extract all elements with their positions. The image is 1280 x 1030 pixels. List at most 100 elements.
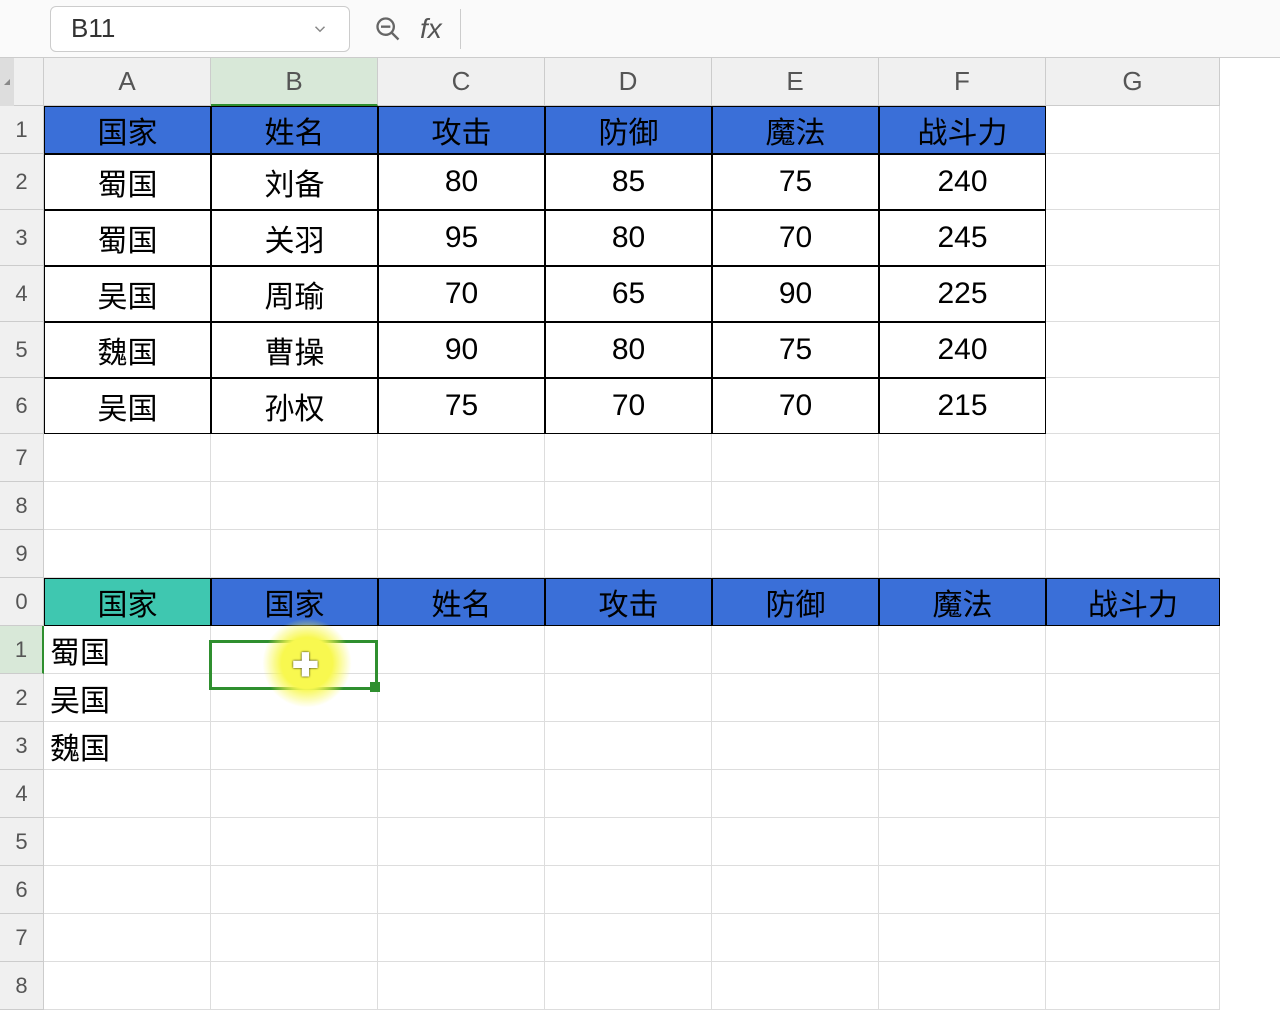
col-header-C[interactable]: C bbox=[378, 58, 545, 106]
cell-B3[interactable]: 关羽 bbox=[211, 210, 378, 266]
cell-F16[interactable] bbox=[879, 866, 1046, 914]
row-header-7[interactable]: 7 bbox=[0, 434, 44, 482]
cell-G13[interactable] bbox=[1046, 722, 1220, 770]
cell-G16[interactable] bbox=[1046, 866, 1220, 914]
cell-B14[interactable] bbox=[211, 770, 378, 818]
cell-D17[interactable] bbox=[545, 914, 712, 962]
cell-E10[interactable]: 防御 bbox=[712, 578, 879, 626]
cell-B11[interactable] bbox=[211, 626, 378, 674]
cell-F12[interactable] bbox=[879, 674, 1046, 722]
cell-F8[interactable] bbox=[879, 482, 1046, 530]
cell-A4[interactable]: 吴国 bbox=[44, 266, 211, 322]
row-header-16[interactable]: 6 bbox=[0, 866, 44, 914]
cell-B17[interactable] bbox=[211, 914, 378, 962]
cell-G17[interactable] bbox=[1046, 914, 1220, 962]
cell-B1[interactable]: 姓名 bbox=[211, 106, 378, 154]
cell-D3[interactable]: 80 bbox=[545, 210, 712, 266]
cell-D6[interactable]: 70 bbox=[545, 378, 712, 434]
cell-G10[interactable]: 战斗力 bbox=[1046, 578, 1220, 626]
cell-G9[interactable] bbox=[1046, 530, 1220, 578]
cell-E4[interactable]: 90 bbox=[712, 266, 879, 322]
cell-E14[interactable] bbox=[712, 770, 879, 818]
cell-D18[interactable] bbox=[545, 962, 712, 1010]
cell-A7[interactable] bbox=[44, 434, 211, 482]
row-header-8[interactable]: 8 bbox=[0, 482, 44, 530]
col-header-A[interactable]: A bbox=[44, 58, 211, 106]
cell-D9[interactable] bbox=[545, 530, 712, 578]
cell-E15[interactable] bbox=[712, 818, 879, 866]
cell-B8[interactable] bbox=[211, 482, 378, 530]
cell-A9[interactable] bbox=[44, 530, 211, 578]
cell-A15[interactable] bbox=[44, 818, 211, 866]
cell-F1[interactable]: 战斗力 bbox=[879, 106, 1046, 154]
cell-A10[interactable]: 国家 bbox=[44, 578, 211, 626]
cell-F9[interactable] bbox=[879, 530, 1046, 578]
cell-G7[interactable] bbox=[1046, 434, 1220, 482]
cell-G6[interactable] bbox=[1046, 378, 1220, 434]
row-header-10[interactable]: 0 bbox=[0, 578, 44, 626]
cell-F17[interactable] bbox=[879, 914, 1046, 962]
cell-D15[interactable] bbox=[545, 818, 712, 866]
row-header-4[interactable]: 4 bbox=[0, 266, 44, 322]
cell-C14[interactable] bbox=[378, 770, 545, 818]
cell-C17[interactable] bbox=[378, 914, 545, 962]
cell-C6[interactable]: 75 bbox=[378, 378, 545, 434]
cell-B7[interactable] bbox=[211, 434, 378, 482]
row-header-9[interactable]: 9 bbox=[0, 530, 44, 578]
cell-E8[interactable] bbox=[712, 482, 879, 530]
cell-D7[interactable] bbox=[545, 434, 712, 482]
cell-A17[interactable] bbox=[44, 914, 211, 962]
cell-A5[interactable]: 魏国 bbox=[44, 322, 211, 378]
cell-E13[interactable] bbox=[712, 722, 879, 770]
fx-label[interactable]: fx bbox=[420, 13, 442, 45]
cell-E11[interactable] bbox=[712, 626, 879, 674]
cell-F10[interactable]: 魔法 bbox=[879, 578, 1046, 626]
cell-E7[interactable] bbox=[712, 434, 879, 482]
cell-C1[interactable]: 攻击 bbox=[378, 106, 545, 154]
name-box[interactable]: B11 bbox=[50, 6, 350, 52]
row-header-17[interactable]: 7 bbox=[0, 914, 44, 962]
cell-C9[interactable] bbox=[378, 530, 545, 578]
cell-F4[interactable]: 225 bbox=[879, 266, 1046, 322]
row-header-13[interactable]: 3 bbox=[0, 722, 44, 770]
cell-G8[interactable] bbox=[1046, 482, 1220, 530]
cell-D10[interactable]: 攻击 bbox=[545, 578, 712, 626]
col-header-G[interactable]: G bbox=[1046, 58, 1220, 106]
cell-B6[interactable]: 孙权 bbox=[211, 378, 378, 434]
cell-C4[interactable]: 70 bbox=[378, 266, 545, 322]
row-header-5[interactable]: 5 bbox=[0, 322, 44, 378]
cell-A12[interactable]: 吴国 bbox=[44, 674, 211, 722]
cell-A18[interactable] bbox=[44, 962, 211, 1010]
cell-B18[interactable] bbox=[211, 962, 378, 1010]
cell-G2[interactable] bbox=[1046, 154, 1220, 210]
cell-A2[interactable]: 蜀国 bbox=[44, 154, 211, 210]
row-header-2[interactable]: 2 bbox=[0, 154, 44, 210]
cell-B5[interactable]: 曹操 bbox=[211, 322, 378, 378]
cell-G12[interactable] bbox=[1046, 674, 1220, 722]
cell-G11[interactable] bbox=[1046, 626, 1220, 674]
cell-C11[interactable] bbox=[378, 626, 545, 674]
cell-G18[interactable] bbox=[1046, 962, 1220, 1010]
cell-F14[interactable] bbox=[879, 770, 1046, 818]
cell-C15[interactable] bbox=[378, 818, 545, 866]
cell-E9[interactable] bbox=[712, 530, 879, 578]
cell-E12[interactable] bbox=[712, 674, 879, 722]
cell-E17[interactable] bbox=[712, 914, 879, 962]
cell-C18[interactable] bbox=[378, 962, 545, 1010]
col-header-E[interactable]: E bbox=[712, 58, 879, 106]
cell-A13[interactable]: 魏国 bbox=[44, 722, 211, 770]
cell-D14[interactable] bbox=[545, 770, 712, 818]
cell-G4[interactable] bbox=[1046, 266, 1220, 322]
cell-F6[interactable]: 215 bbox=[879, 378, 1046, 434]
cell-A6[interactable]: 吴国 bbox=[44, 378, 211, 434]
cell-C2[interactable]: 80 bbox=[378, 154, 545, 210]
cell-E1[interactable]: 魔法 bbox=[712, 106, 879, 154]
row-header-11[interactable]: 1 bbox=[0, 626, 44, 674]
cell-G15[interactable] bbox=[1046, 818, 1220, 866]
row-header-14[interactable]: 4 bbox=[0, 770, 44, 818]
cell-C10[interactable]: 姓名 bbox=[378, 578, 545, 626]
cell-E5[interactable]: 75 bbox=[712, 322, 879, 378]
cell-B12[interactable] bbox=[211, 674, 378, 722]
cell-E16[interactable] bbox=[712, 866, 879, 914]
cell-C12[interactable] bbox=[378, 674, 545, 722]
